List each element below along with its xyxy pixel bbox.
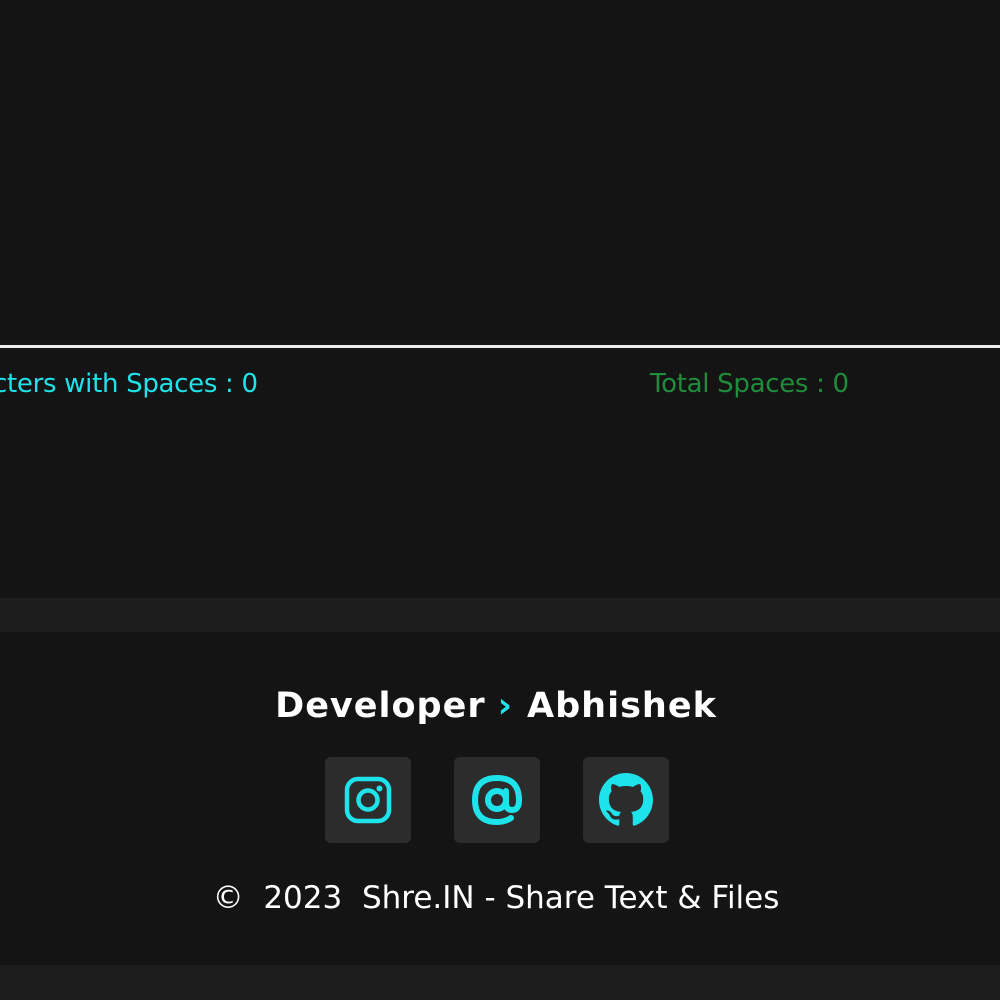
- page: cters with Spaces : 0 Total Spaces : 0 D…: [0, 0, 1000, 1000]
- instagram-button[interactable]: [325, 757, 411, 843]
- email-button[interactable]: [454, 757, 540, 843]
- at-sign-icon: [471, 774, 523, 826]
- copyright-symbol: ©: [212, 880, 244, 916]
- developer-credit: Developer › Abhishek: [0, 686, 992, 726]
- instagram-icon: [344, 776, 392, 824]
- copyright-year: 2023: [263, 880, 343, 916]
- footer-top-band: [0, 598, 1000, 632]
- github-icon: [599, 773, 653, 826]
- total-spaces-stat: Total Spaces : 0: [650, 369, 849, 399]
- github-button[interactable]: [583, 757, 669, 843]
- divider: [0, 345, 1000, 348]
- characters-with-spaces-stat: cters with Spaces : 0: [0, 369, 258, 399]
- text-input-area[interactable]: [0, 0, 1000, 345]
- footer-bottom-band: [0, 965, 1000, 1000]
- developer-name[interactable]: Abhishek: [527, 686, 717, 726]
- developer-label: Developer: [275, 686, 486, 726]
- chevron-right-icon: ›: [497, 686, 514, 726]
- social-links: [325, 757, 669, 843]
- copyright: © 2023 Shre.IN - Share Text & Files: [0, 880, 992, 916]
- copyright-site: Shre.IN - Share Text & Files: [361, 880, 780, 916]
